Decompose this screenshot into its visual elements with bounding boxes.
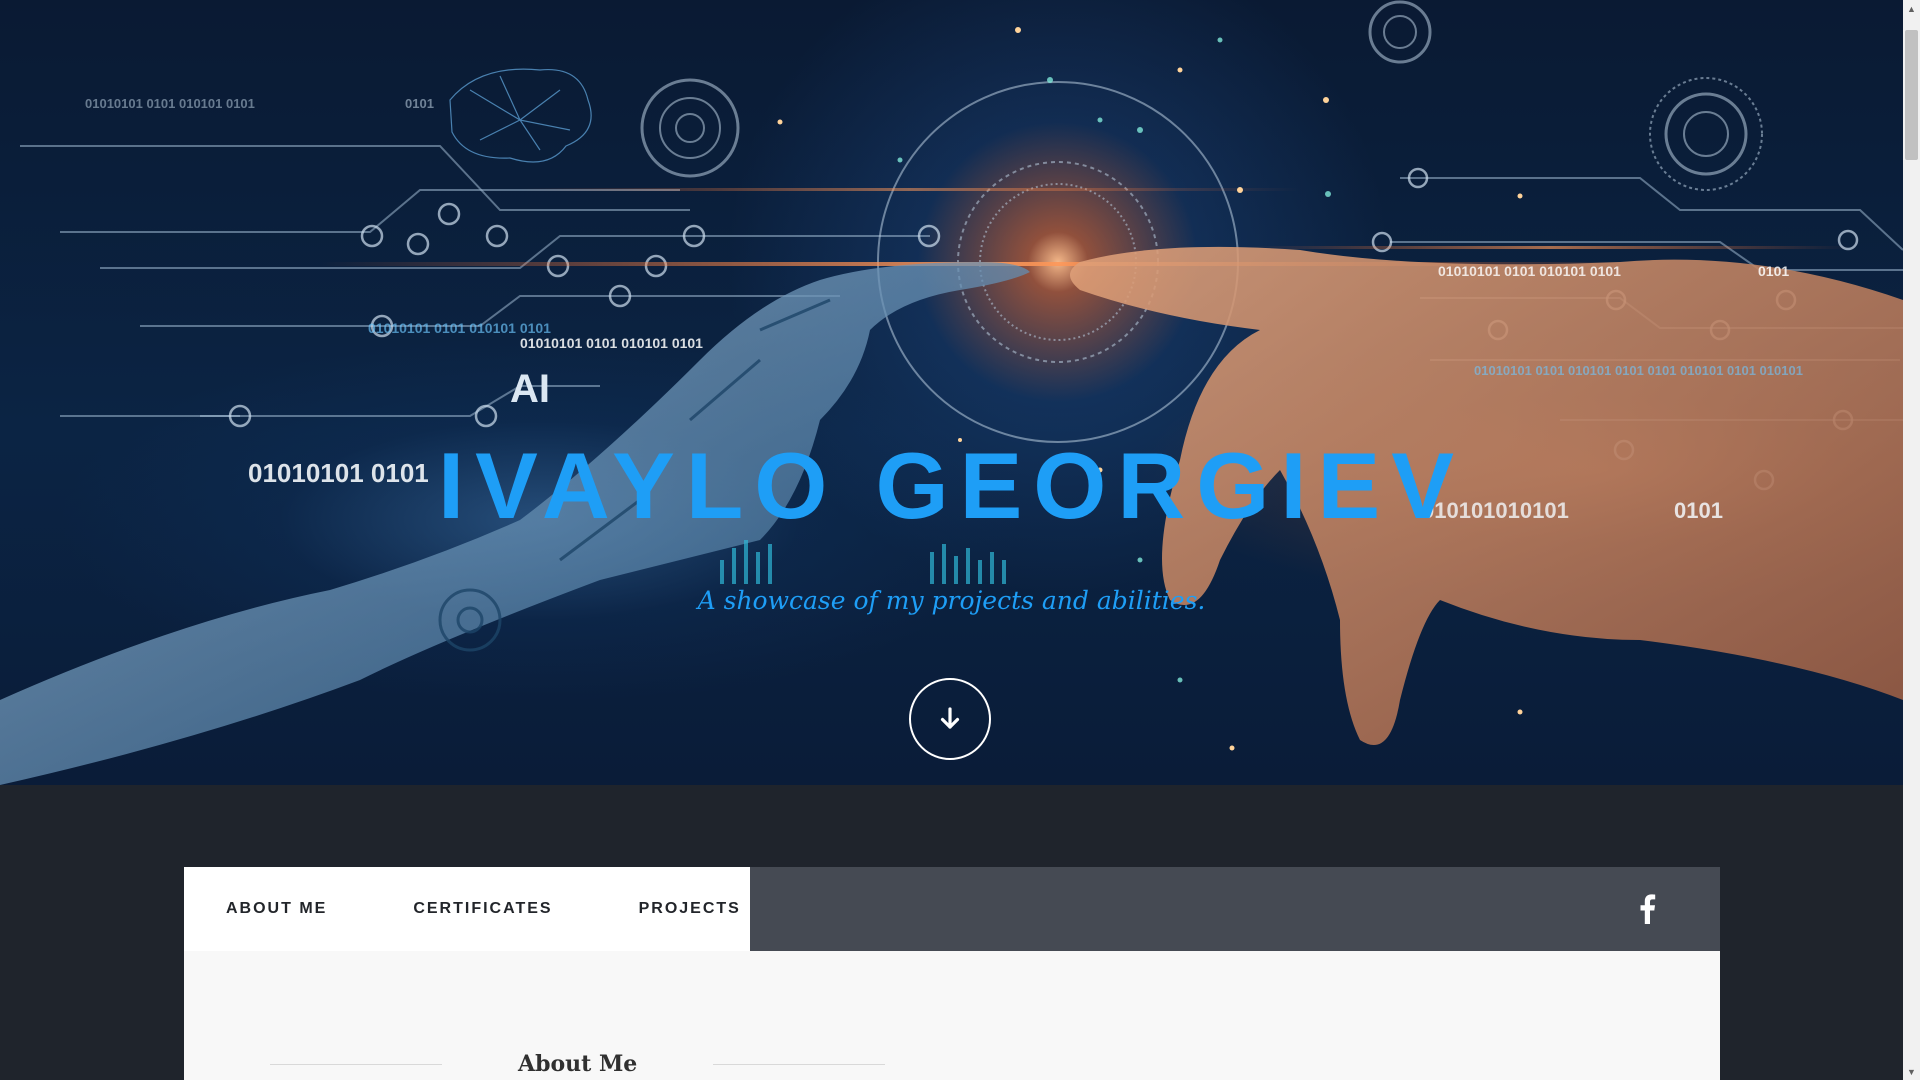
hero-subtitle: A showcase of my projects and abilities. bbox=[697, 586, 1206, 615]
divider bbox=[270, 1063, 442, 1065]
scroll-down-button[interactable] bbox=[909, 678, 991, 760]
arrow-down-icon bbox=[940, 707, 960, 729]
hero-title: IVAYLO GEORGIEV bbox=[438, 433, 1465, 538]
nav-links: ABOUT ME CERTIFICATES PROJECTS bbox=[184, 867, 750, 951]
content-panel: ABOUT ME CERTIFICATES PROJECTS About Me bbox=[184, 867, 1720, 1080]
nav-about-me[interactable]: ABOUT ME bbox=[226, 900, 327, 918]
section-heading: About Me bbox=[184, 1051, 1320, 1077]
divider bbox=[713, 1063, 886, 1065]
binary-text: 01010101 0101 010101 0101 bbox=[85, 96, 255, 111]
binary-text: 0101 bbox=[405, 96, 434, 111]
scrollbar-thumb[interactable] bbox=[1905, 30, 1918, 160]
section-title: About Me bbox=[518, 1051, 638, 1077]
scroll-down-arrow-icon[interactable]: ▼ bbox=[1903, 1063, 1920, 1080]
scroll-up-arrow-icon[interactable]: ▲ bbox=[1903, 0, 1920, 17]
nav-projects[interactable]: PROJECTS bbox=[639, 900, 741, 918]
hero-banner: 01010101 0101 010101 0101 0101 AI 010101… bbox=[0, 0, 1903, 785]
binary-text: 01010101 0101 010101 0101 0101 010101 01… bbox=[1474, 363, 1803, 378]
binary-text: 0101 bbox=[1758, 263, 1789, 279]
binary-text: 01010101 0101 010101 0101 bbox=[368, 320, 551, 336]
facebook-link[interactable] bbox=[1630, 892, 1664, 926]
binary-text: 01010101 0101 010101 0101 bbox=[1438, 263, 1621, 279]
ai-text: AI bbox=[510, 367, 550, 411]
navbar: ABOUT ME CERTIFICATES PROJECTS bbox=[184, 867, 1720, 951]
facebook-icon bbox=[1640, 894, 1656, 924]
about-section: About Me bbox=[184, 951, 1720, 1080]
nav-certificates[interactable]: CERTIFICATES bbox=[413, 900, 552, 918]
page-scrollbar[interactable]: ▲ ▼ bbox=[1903, 0, 1920, 1080]
binary-text: 01010101 0101 010101 0101 bbox=[520, 335, 703, 351]
hero-background-image: 01010101 0101 010101 0101 0101 AI 010101… bbox=[0, 0, 1903, 785]
